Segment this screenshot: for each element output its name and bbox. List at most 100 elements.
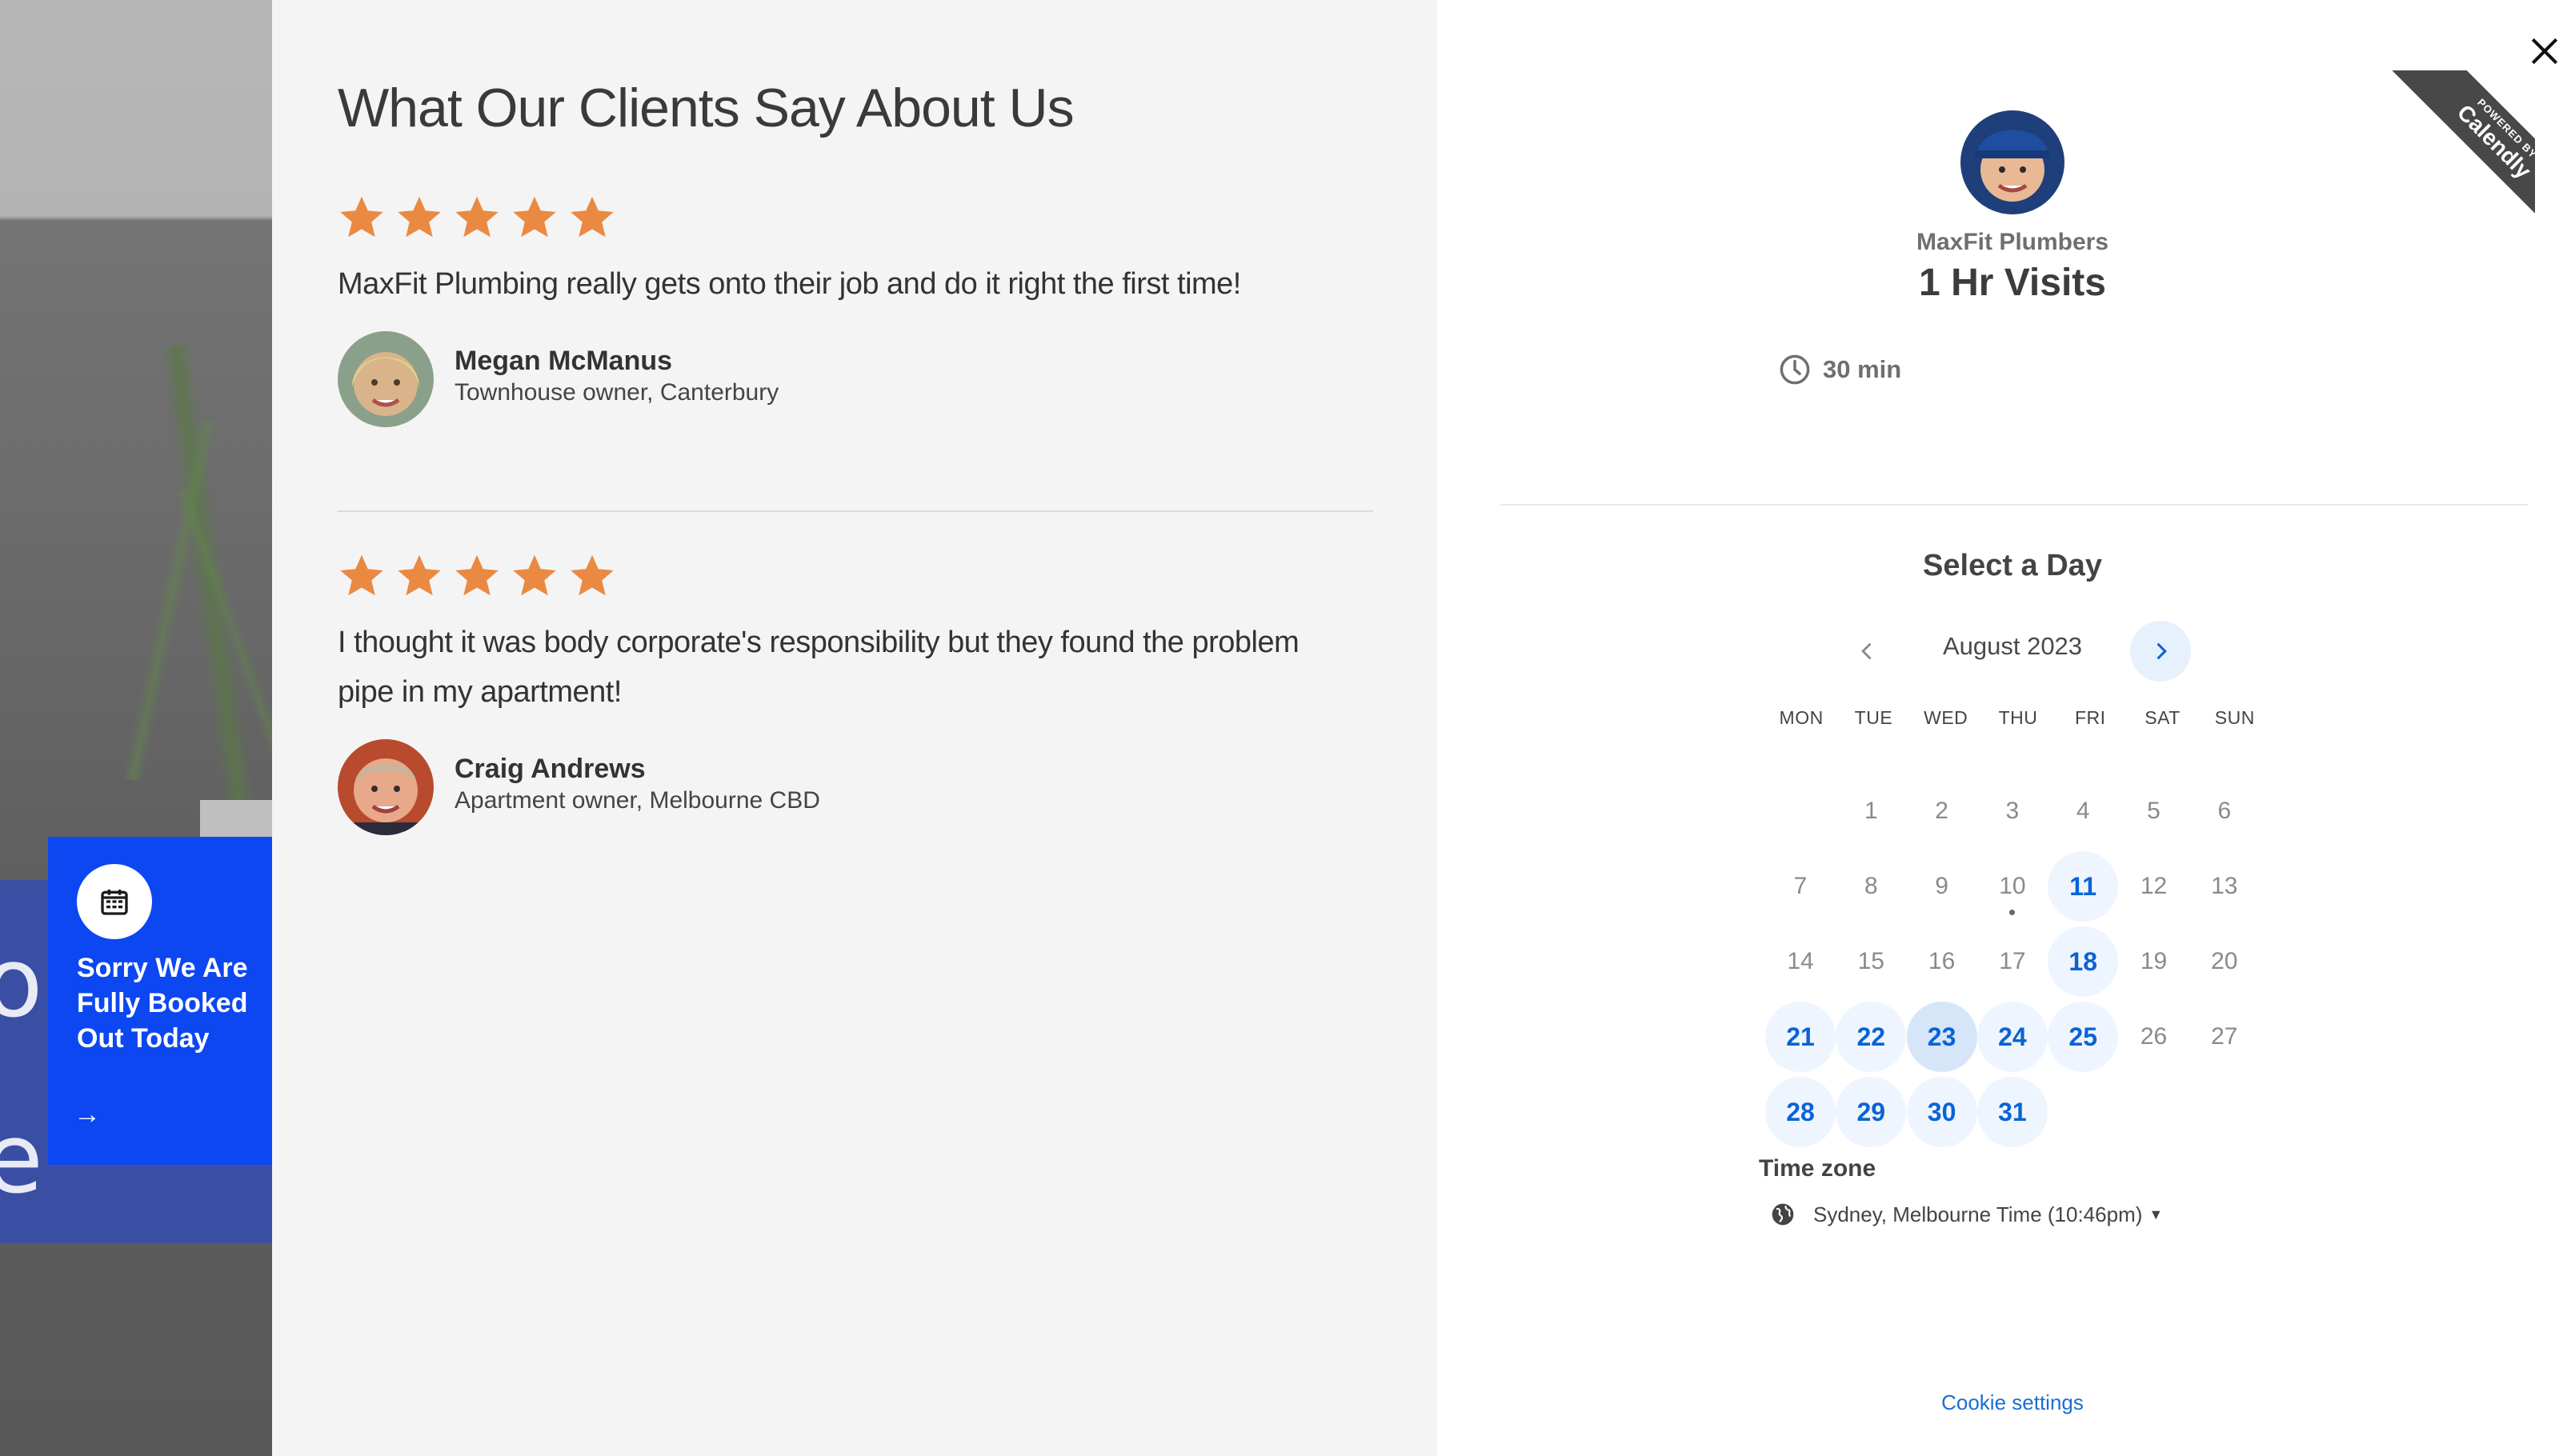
day-number: 2 (1935, 798, 1948, 824)
review-card: MaxFit Plumbing really gets onto their j… (338, 194, 1378, 430)
reviewer-role: Townhouse owner, Canterbury (455, 379, 779, 406)
day-available[interactable]: 29 (1836, 1077, 1907, 1147)
duration: 30 min (1778, 352, 1901, 387)
booked-out-card[interactable]: Sorry We Are Fully Booked Out Today → (48, 837, 272, 1165)
day-number: 25 (2068, 1022, 2097, 1051)
month-label: August 2023 (1942, 632, 2083, 660)
calendar-icon (101, 890, 128, 915)
day-unavailable: 14 (1765, 926, 1836, 997)
day-number: 30 (1927, 1097, 1956, 1126)
day-number: 22 (1856, 1022, 1886, 1051)
day-available[interactable]: 25 (2048, 1002, 2119, 1072)
star-icon (571, 196, 614, 238)
section-title: What Our Clients Say About Us (338, 78, 1075, 138)
weekday-label: SAT (2145, 707, 2181, 728)
reviewer: Megan McManus Townhouse owner, Canterbur… (338, 331, 1378, 430)
day-number: 17 (1999, 948, 2026, 974)
background-photo: ol e (0, 0, 272, 1456)
day-unavailable: 9 (1907, 851, 1977, 922)
day-available[interactable]: 22 (1836, 1002, 1907, 1072)
reviewer: Craig Andrews Apartment owner, Melbourne… (338, 739, 1378, 838)
timezone-label: Time zone (1759, 1155, 1876, 1182)
day-number: 19 (2140, 948, 2168, 974)
reviewer-name: Megan McManus (455, 346, 673, 376)
day-available[interactable]: 11 (2048, 851, 2119, 922)
day-unavailable: 12 (2119, 851, 2189, 922)
select-day-heading: Select a Day (1923, 549, 2102, 582)
clock-icon (1780, 354, 1810, 385)
day-unavailable: 3 (1977, 776, 2048, 846)
day-number: 4 (2076, 798, 2090, 824)
star-icon (398, 196, 441, 238)
weekday-label: THU (1998, 707, 2038, 728)
prev-month-button[interactable] (1837, 621, 1898, 682)
day-number: 7 (1793, 873, 1808, 899)
star-icon (513, 554, 556, 596)
day-number: 31 (1998, 1097, 2027, 1126)
close-icon[interactable] (2527, 34, 2562, 69)
weekday-label: SUN (2214, 707, 2255, 728)
timezone-select[interactable]: Sydney, Melbourne Time (10:46pm) ▼ (1770, 1198, 2163, 1230)
booked-out-title: Sorry We Are Fully Booked Out Today (77, 953, 248, 1054)
weekday-label: TUE (1854, 707, 1893, 728)
ribbon-band: POWERED BY Calendly (2385, 70, 2535, 230)
cookie-settings-link[interactable]: Cookie settings (1760, 1390, 2265, 1415)
arrow-right-icon[interactable]: → (74, 1099, 101, 1130)
day-unavailable: 4 (2048, 776, 2118, 846)
next-month-button[interactable] (2130, 621, 2191, 682)
day-unavailable: 5 (2119, 776, 2189, 846)
day-number: 29 (1856, 1097, 1886, 1126)
day-unavailable: 19 (2119, 926, 2189, 997)
star-icon (340, 554, 383, 596)
timezone-value: Sydney, Melbourne Time (10:46pm) (1813, 1202, 2143, 1226)
testimonials-section: What Our Clients Say About Us MaxFit Plu… (272, 0, 1437, 1456)
host-name: MaxFit Plumbers (1916, 229, 2109, 255)
reviewer-name: Craig Andrews (455, 754, 646, 784)
review-quote: I thought it was body corporate's respon… (338, 626, 1300, 709)
reviewer-role: Apartment owner, Melbourne CBD (455, 787, 820, 814)
calendar-days: 1 2 3 4 5 6 7 8 9 10 11 12 13 14 15 16 17 18 19 20 21 22 23 24 2… (1765, 798, 2271, 1195)
day-number: 26 (2140, 1023, 2168, 1050)
chevron-right-icon (2157, 642, 2167, 660)
day-number: 16 (1928, 948, 1956, 974)
day-number: 24 (1998, 1022, 2027, 1051)
day-available[interactable]: 28 (1765, 1077, 1836, 1147)
day-unavailable: 15 (1836, 926, 1906, 997)
day-available[interactable]: 24 (1976, 1002, 2048, 1072)
day-available[interactable]: 21 (1765, 1002, 1836, 1072)
day-number: 18 (2068, 946, 2097, 976)
day-available[interactable]: 30 (1906, 1077, 1977, 1147)
star-icon (455, 196, 499, 238)
weekday-label: WED (1924, 707, 1968, 728)
host-avatar (1960, 110, 2064, 214)
day-available[interactable]: 18 (2048, 926, 2119, 997)
day-number: 1 (1864, 798, 1878, 824)
today-indicator (2009, 910, 2016, 915)
star-icon (340, 196, 383, 238)
day-available[interactable]: 23 (1906, 1002, 1977, 1072)
day-number: 23 (1927, 1022, 1956, 1051)
day-number: 10 (1999, 873, 2026, 899)
day-unavailable: 13 (2189, 851, 2260, 922)
day-number: 14 (1787, 948, 1814, 974)
caret-down-icon: ▼ (2149, 1206, 2164, 1222)
day-number: 3 (2005, 798, 2020, 824)
star-rating (338, 552, 1378, 600)
weekday-label: FRI (2074, 707, 2106, 728)
day-unavailable: 6 (2189, 776, 2260, 846)
duration-text: 30 min (1823, 355, 1902, 383)
day-available[interactable]: 31 (1976, 1077, 2048, 1147)
day-number: 8 (1864, 873, 1878, 899)
divider (1500, 504, 2529, 506)
reviewer-avatar (338, 331, 434, 427)
day-number: 6 (2217, 798, 2232, 824)
chevron-left-icon (1861, 642, 1872, 660)
event-title: 1 Hr Visits (1919, 262, 2106, 304)
powered-by-ribbon[interactable]: POWERED BY Calendly (2375, 70, 2535, 230)
day-number: 13 (2211, 873, 2238, 899)
day-unavailable: 10 (1977, 851, 2048, 922)
day-unavailable: 26 (2119, 1002, 2189, 1072)
ribbon-brand-label: Calendly (2452, 99, 2535, 184)
day-number: 28 (1786, 1097, 1815, 1126)
star-rating (338, 194, 1378, 242)
